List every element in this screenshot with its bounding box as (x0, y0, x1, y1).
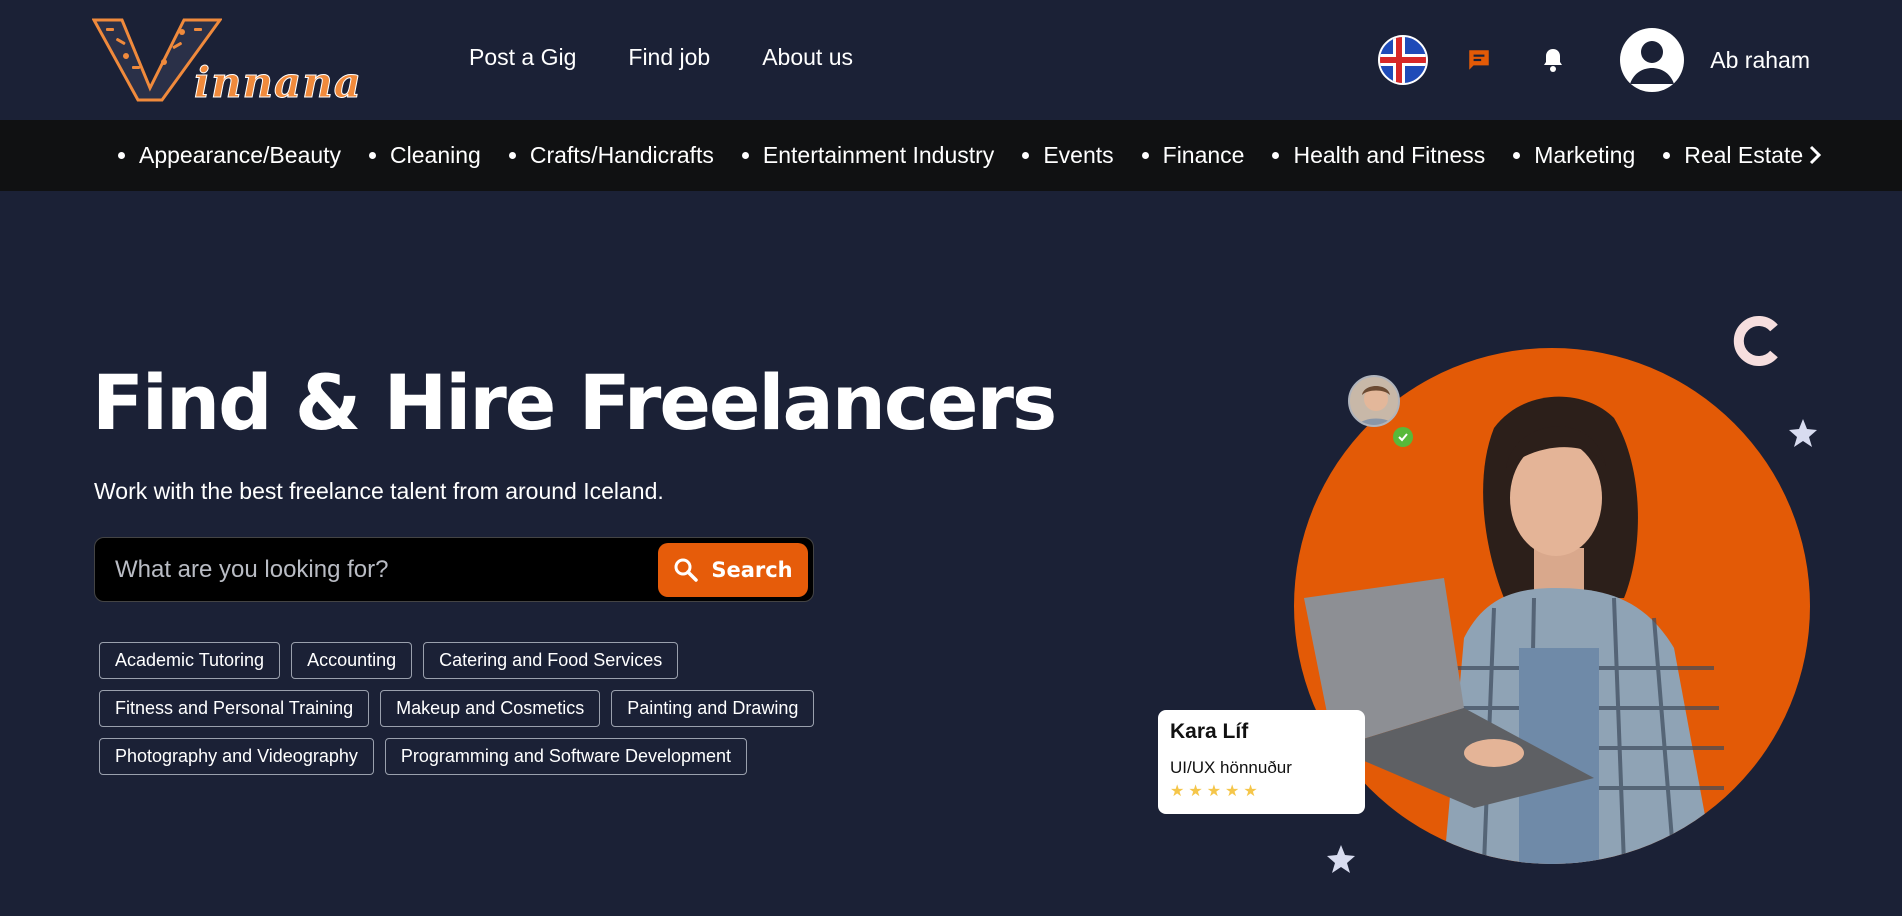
category-bar: Appearance/Beauty Cleaning Crafts/Handic… (0, 120, 1902, 191)
hero-subtitle: Work with the best freelance talent from… (94, 478, 664, 504)
profile-role: UI/UX hönnuður (1170, 758, 1292, 777)
star-icon (1327, 845, 1355, 873)
decorative-ring (1733, 316, 1778, 366)
header-actions: Ab raham (1378, 27, 1810, 93)
user-icon (1630, 41, 1675, 84)
star-icon: ★ (1225, 781, 1240, 800)
category-item[interactable]: Cleaning (369, 142, 481, 169)
popular-tags: Academic Tutoring Accounting Catering an… (99, 642, 839, 775)
star-icon: ★ (1188, 781, 1203, 800)
rating-stars: ★ ★ ★ ★ ★ (1170, 782, 1353, 800)
tag-chip[interactable]: Accounting (291, 642, 413, 679)
user-avatar[interactable] (1620, 28, 1685, 92)
chevron-right-icon[interactable] (1800, 140, 1830, 170)
main-nav: Post a Gig Find job About us (469, 44, 853, 71)
header: innana Post a Gig Find job About us Ab r… (0, 0, 1902, 120)
search-bar: Search (94, 537, 814, 602)
search-icon (674, 558, 699, 582)
star-icon: ★ (1206, 781, 1222, 800)
category-item[interactable]: Finance (1141, 142, 1244, 169)
nav-about-us[interactable]: About us (762, 44, 853, 71)
star-icon: ★ (1170, 781, 1185, 800)
tag-chip[interactable]: Academic Tutoring (99, 642, 281, 679)
tag-chip[interactable]: Programming and Software Development (384, 738, 748, 775)
category-item[interactable]: Appearance/Beauty (118, 142, 341, 169)
tag-chip[interactable]: Makeup and Cosmetics (380, 690, 601, 727)
profile-name: Kara Líf (1170, 720, 1249, 743)
category-item[interactable]: Entertainment Industry (741, 142, 994, 169)
freelancer-mini-avatar[interactable] (1348, 375, 1400, 427)
category-list: Appearance/Beauty Cleaning Crafts/Handic… (118, 120, 1803, 191)
nav-post-gig[interactable]: Post a Gig (469, 44, 576, 71)
category-item[interactable]: Crafts/Handicrafts (508, 142, 714, 169)
category-item[interactable]: Marketing (1513, 142, 1635, 169)
tag-chip[interactable]: Painting and Drawing (611, 690, 815, 727)
logo[interactable]: innana (92, 18, 362, 108)
search-button[interactable]: Search (658, 543, 808, 597)
tag-chip[interactable]: Photography and Videography (99, 738, 374, 775)
logo-text: innana (194, 58, 362, 108)
profile-card[interactable]: Kara Líf UI/UX hönnuður ★ ★ ★ ★ ★ (1158, 710, 1365, 814)
tag-chip[interactable]: Fitness and Personal Training (99, 690, 370, 727)
nav-find-job[interactable]: Find job (628, 44, 710, 71)
user-name[interactable]: Ab raham (1710, 47, 1810, 74)
star-icon: ★ (1243, 781, 1258, 800)
search-input[interactable] (115, 548, 635, 592)
check-icon (1393, 427, 1413, 447)
iceland-flag-icon[interactable] (1378, 35, 1429, 85)
bell-icon[interactable] (1538, 45, 1568, 75)
tag-chip[interactable]: Catering and Food Services (423, 642, 679, 679)
chat-icon[interactable] (1464, 45, 1494, 75)
category-item[interactable]: Events (1022, 142, 1114, 169)
star-icon (1789, 419, 1817, 447)
category-item[interactable]: Health and Fitness (1272, 142, 1485, 169)
category-item[interactable]: Real Estate (1663, 142, 1803, 169)
hero-title: Find & Hire Freelancers (92, 358, 1057, 447)
